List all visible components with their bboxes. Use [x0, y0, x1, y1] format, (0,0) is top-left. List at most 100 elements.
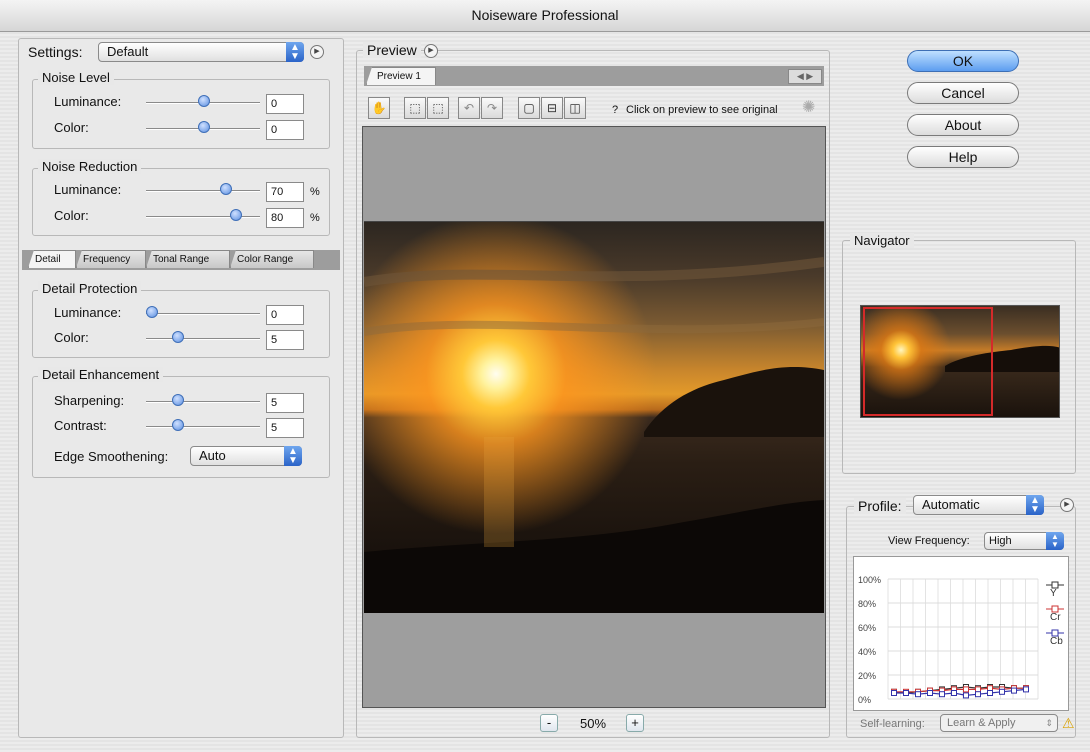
self-learning-label: Self-learning: [860, 718, 925, 730]
chevron-updown-icon: ⇕ [1045, 718, 1053, 728]
slider-thumb[interactable] [172, 394, 184, 406]
tab-preview-1[interactable]: Preview 1 [366, 67, 436, 85]
tab-tonal-range[interactable]: Tonal Range [146, 250, 230, 268]
detail-protection-title: Detail Protection [38, 281, 142, 296]
slider-thumb[interactable] [172, 331, 184, 343]
settings-menu-icon[interactable]: ▶ [310, 45, 324, 59]
marquee-select-icon[interactable]: ⬚ [404, 97, 426, 119]
about-button[interactable]: About [907, 114, 1019, 136]
detail-protection-color-slider[interactable] [146, 331, 260, 343]
graph-series-point [1011, 687, 1017, 694]
navigator-thumbnail[interactable] [860, 305, 1060, 418]
view-frequency-dropdown[interactable]: High ▲ ▼ [984, 532, 1064, 550]
split-horizontal-icon[interactable]: ⊟ [541, 97, 563, 119]
detail-protection-color-label: Color: [54, 330, 89, 345]
profile-graph: 100% 80% 60% 40% 20% 0% Y Cr Cb [853, 556, 1069, 711]
edge-smoothening-label: Edge Smoothening: [54, 449, 169, 464]
graph-series-point [987, 690, 993, 696]
graph-y-tick: 100% [858, 575, 881, 585]
slider-thumb[interactable] [146, 306, 158, 318]
noise-reduction-color-input[interactable]: 80 [266, 208, 304, 228]
single-view-icon[interactable]: ▢ [518, 97, 540, 119]
zoom-in-button[interactable]: + [626, 714, 644, 732]
sharpening-input[interactable]: 5 [266, 393, 304, 413]
detail-protection-luminance-slider[interactable] [146, 306, 260, 318]
navigator-view-frame[interactable] [863, 307, 993, 416]
redo-icon[interactable]: ↷ [481, 97, 503, 119]
detail-protection-luminance-label: Luminance: [54, 305, 122, 320]
contrast-slider[interactable] [146, 419, 260, 431]
warning-icon: ⚠ [1062, 715, 1075, 731]
edge-smoothening-value: Auto [199, 448, 226, 463]
navigator-title: Navigator [850, 233, 914, 248]
ok-button[interactable]: OK [907, 50, 1019, 72]
sharpening-slider[interactable] [146, 394, 260, 406]
detail-protection-luminance-input[interactable]: 0 [266, 305, 304, 325]
hand-tool-icon[interactable]: ✋ [368, 97, 390, 119]
slider-thumb[interactable] [172, 419, 184, 431]
zoom-out-button[interactable]: - [540, 714, 558, 732]
slider-thumb[interactable] [198, 95, 210, 107]
noise-reduction-luminance-label: Luminance: [54, 182, 122, 197]
slider-thumb[interactable] [220, 183, 232, 195]
self-learning-value: Learn & Apply [947, 717, 1016, 729]
profile-dropdown[interactable]: Automatic ▲ ▼ [913, 495, 1044, 515]
marquee-add-icon[interactable]: ⬚ [427, 97, 449, 119]
help-button[interactable]: Help [907, 146, 1019, 168]
busy-spinner-icon: ✺ [802, 99, 816, 116]
settings-label: Settings: [28, 44, 83, 60]
profile-menu-icon[interactable]: ▶ [1060, 498, 1074, 512]
contrast-label: Contrast: [54, 418, 107, 433]
graph-y-tick: 20% [858, 671, 876, 681]
noise-level-luminance-slider[interactable] [146, 95, 260, 107]
preview-canvas[interactable] [362, 126, 826, 708]
noise-level-color-input[interactable]: 0 [266, 120, 304, 140]
tab-frequency[interactable]: Frequency [76, 250, 146, 268]
sharpening-label: Sharpening: [54, 393, 125, 408]
zoom-level: 50% [580, 716, 607, 731]
graph-y-tick: 80% [858, 599, 876, 609]
slider-thumb[interactable] [230, 209, 242, 221]
settings-value: Default [107, 44, 149, 59]
graph-legend-label: Y [1050, 588, 1057, 599]
noise-reduction-title: Noise Reduction [38, 159, 142, 174]
noise-reduction-color-slider[interactable] [146, 209, 260, 221]
preview-tab-nav[interactable]: ◀ ▶ [788, 69, 822, 84]
self-learning-dropdown[interactable]: Learn & Apply ⇕ [940, 714, 1058, 732]
window-title: Noiseware Professional [471, 7, 619, 23]
cancel-button[interactable]: Cancel [907, 82, 1019, 104]
tab-detail[interactable]: Detail [28, 250, 76, 268]
graph-series-point [915, 691, 921, 698]
contrast-input[interactable]: 5 [266, 418, 304, 438]
graph-series-point [987, 685, 993, 692]
noise-level-luminance-label: Luminance: [54, 94, 122, 109]
noise-reduction-luminance-unit: % [310, 186, 320, 198]
noise-level-color-slider[interactable] [146, 121, 260, 133]
split-vertical-icon[interactable]: ◫ [564, 97, 586, 119]
help-icon: ? [612, 104, 619, 116]
chevron-updown-icon: ▲ ▼ [1026, 495, 1044, 515]
graph-series-point [999, 688, 1005, 695]
preview-menu-icon[interactable]: ▶ [424, 44, 438, 58]
chevron-updown-icon: ▲ ▼ [1046, 532, 1064, 550]
graph-series-point [1023, 686, 1029, 693]
slider-thumb[interactable] [198, 121, 210, 133]
settings-dropdown[interactable]: Default ▲ ▼ [98, 42, 304, 62]
preview-photo[interactable] [364, 221, 824, 613]
noise-reduction-luminance-input[interactable]: 70 [266, 182, 304, 202]
edge-smoothening-dropdown[interactable]: Auto ▲ ▼ [190, 446, 302, 466]
noise-level-color-label: Color: [54, 120, 89, 135]
noise-reduction-color-unit: % [310, 212, 320, 224]
tab-color-range[interactable]: Color Range [230, 250, 314, 268]
noise-reduction-luminance-slider[interactable] [146, 183, 260, 195]
detail-protection-color-input[interactable]: 5 [266, 330, 304, 350]
undo-icon[interactable]: ↶ [458, 97, 480, 119]
graph-legend-label: Cr [1050, 612, 1061, 623]
window-title-bar: Noiseware Professional [0, 0, 1090, 32]
noise-level-luminance-input[interactable]: 0 [266, 94, 304, 114]
graph-series-point [939, 691, 945, 698]
graph-y-tick: 60% [858, 623, 876, 633]
noise-level-title: Noise Level [38, 70, 114, 85]
chevron-updown-icon: ▲ ▼ [284, 446, 302, 466]
view-frequency-value: High [989, 535, 1012, 547]
